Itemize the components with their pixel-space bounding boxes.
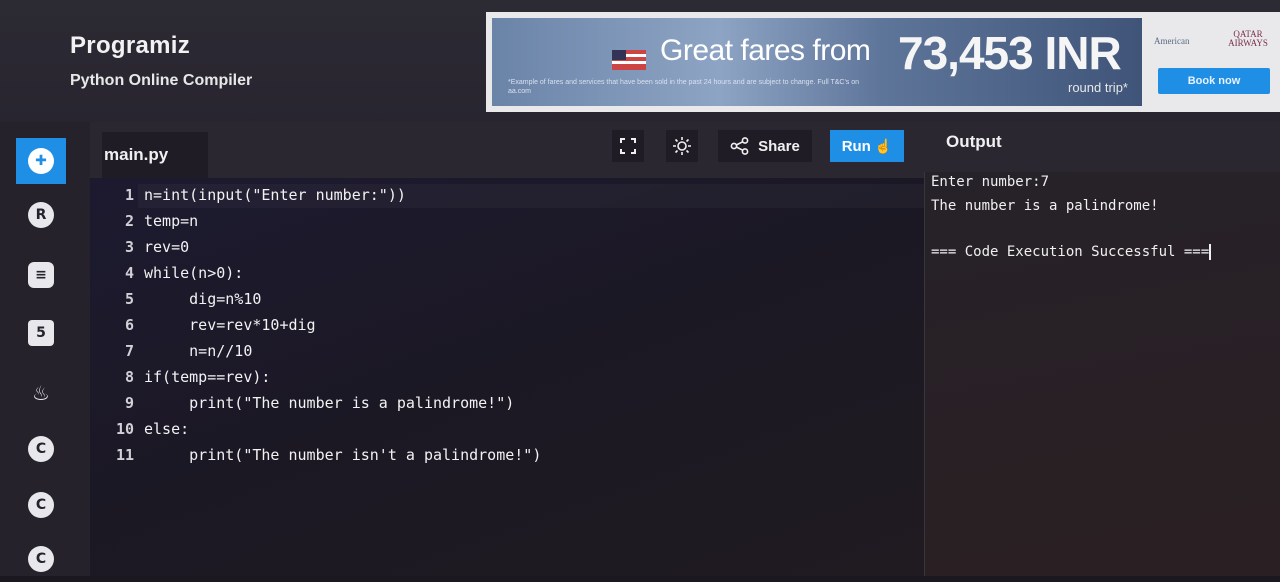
page-subtitle: Python Online Compiler [70,72,253,89]
code-line[interactable]: rev=rev*10+dig [144,316,315,334]
share-icon [730,137,749,155]
brand-name: Programiz [70,32,191,59]
fullscreen-icon [620,138,636,154]
text-cursor [1209,244,1212,260]
brand-logo[interactable]: Programiz Python Online Compiler [70,32,252,90]
ad-book-button[interactable]: Book now [1158,68,1270,94]
line-number: 2 [124,212,134,230]
output-status-line: === Code Execution Successful === [931,244,1212,260]
code-line[interactable]: n=int(input("Enter number:")) [144,186,406,204]
line-number: 1 [124,186,134,204]
language-sidebar: ✚ R ≡ 5 ♨ C C C [0,122,90,576]
hand-cursor-icon: ☝ [874,137,893,154]
java-icon: ♨ [32,381,50,405]
output-panel[interactable]: Enter number:7 The number is a palindrom… [924,172,1280,576]
ad-roundtrip: round trip* [1068,80,1128,95]
fullscreen-button[interactable] [612,130,644,162]
line-number: 3 [124,238,134,256]
flag-icon [612,50,646,70]
theme-toggle-button[interactable] [666,130,698,162]
ad-banner[interactable]: Great fares from 73,453 INR round trip* … [486,12,1280,112]
output-line: The number is a palindrome! [931,198,1159,214]
ad-price: 73,453 INR [898,27,1122,79]
line-number: 8 [124,368,134,386]
sidebar-item-python[interactable]: ✚ [16,138,66,184]
sidebar-item-java[interactable]: ♨ [16,370,66,416]
cpp-icon: C [28,492,54,518]
sidebar-item-r[interactable]: R [16,192,66,238]
code-line[interactable]: temp=n [144,212,198,230]
header: Programiz Python Online Compiler Great f… [0,0,1280,122]
line-number: 7 [124,342,134,360]
code-line[interactable]: else: [144,420,189,438]
code-line[interactable]: while(n>0): [144,264,243,282]
line-number: 5 [124,290,134,308]
execution-status: === Code Execution Successful === [931,244,1210,260]
csharp-icon: C [28,546,54,572]
share-label: Share [758,137,800,155]
output-line: Enter number:7 [931,174,1050,190]
sidebar-item-c[interactable]: C [16,426,66,472]
run-label: Run [841,137,871,155]
code-line[interactable]: rev=0 [144,238,189,256]
database-icon: ≡ [28,262,54,288]
code-line[interactable]: if(temp==rev): [144,368,270,386]
sun-icon [673,137,691,155]
line-number: 10 [115,420,134,438]
ad-headline: Great fares from [660,34,871,67]
line-number: 11 [115,446,134,464]
ad-brand-american: American [1154,36,1190,46]
sidebar-item-html[interactable]: 5 [16,310,66,356]
share-button[interactable]: Share [718,130,812,162]
html5-icon: 5 [28,320,54,346]
run-button[interactable]: Run ☝ [830,130,904,162]
output-title: Output [946,132,1002,151]
output-header: Output [924,122,1280,172]
ad-fine-print: *Example of fares and services that have… [508,79,860,95]
code-editor[interactable]: 1 2 3 4 5 6 7 8 9 10 11 n=int(input("Ent… [90,178,924,576]
line-gutter: 1 2 3 4 5 6 7 8 9 10 11 [90,178,140,576]
line-number: 6 [124,316,134,334]
python-icon: ✚ [28,148,54,174]
code-line[interactable]: dig=n%10 [144,290,261,308]
code-line[interactable]: print("The number is a palindrome!") [144,394,514,412]
line-number: 9 [124,394,134,412]
sidebar-item-sql[interactable]: ≡ [16,252,66,298]
c-icon: C [28,436,54,462]
editor-toolbar: main.py Share Run ☝ [90,122,924,178]
ad-image[interactable]: Great fares from 73,453 INR round trip* … [492,18,1142,106]
line-number: 4 [124,264,134,282]
code-line[interactable]: n=n//10 [144,342,252,360]
ad-brand-qatar: QATAR AIRWAYS [1228,29,1268,48]
r-icon: R [28,202,54,228]
file-tab-main-py[interactable]: main.py [102,132,208,178]
sidebar-item-cpp[interactable]: C [16,482,66,528]
sidebar-item-csharp[interactable]: C [16,536,66,582]
code-line[interactable]: print("The number isn't a palindrome!") [144,446,541,464]
